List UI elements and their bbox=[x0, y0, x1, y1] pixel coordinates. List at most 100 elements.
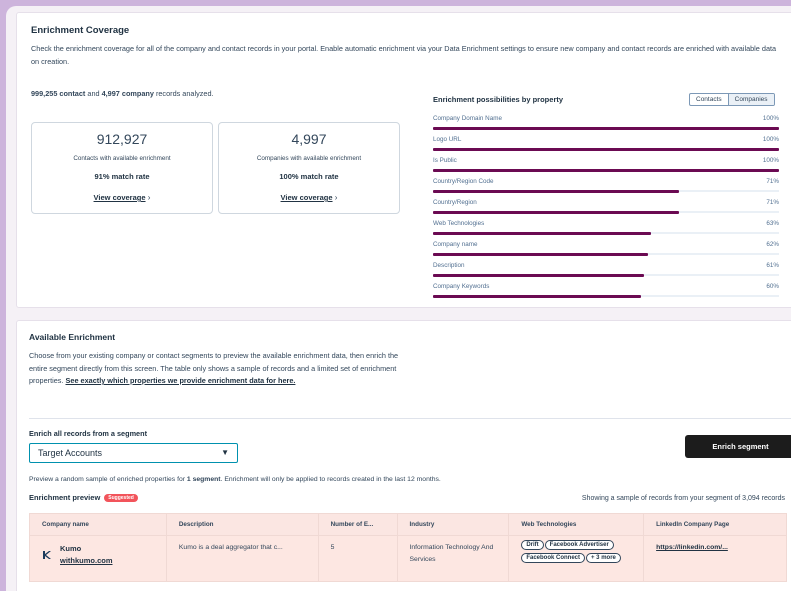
contacts-match-rate: 91% match rate bbox=[94, 172, 150, 181]
property-bar-track bbox=[433, 148, 779, 151]
companies-label: Companies with available enrichment bbox=[256, 155, 362, 162]
suggested-badge: Suggested bbox=[104, 494, 138, 502]
property-bar-fill bbox=[433, 190, 679, 193]
linkedin-cell: https://linkedin.com/... bbox=[643, 535, 787, 582]
property-row: Company Domain Name 100% bbox=[433, 113, 779, 134]
property-bar-track bbox=[433, 211, 779, 214]
property-bar-track bbox=[433, 232, 779, 235]
records-text: records analyzed. bbox=[153, 89, 214, 98]
column-header[interactable]: Number of E... bbox=[317, 513, 398, 536]
chevron-right-icon: › bbox=[147, 193, 151, 202]
property-name: Country/Region bbox=[433, 199, 477, 206]
property-percent: 63% bbox=[766, 220, 779, 227]
company-logo-icon bbox=[43, 551, 51, 559]
enrichment-coverage-card: Enrichment Coverage Check the enrichment… bbox=[16, 12, 791, 308]
preview-table: Company name Description Number of E... … bbox=[29, 513, 787, 582]
tech-chip: Facebook Advertiser bbox=[544, 540, 614, 550]
preview-title-row: Enrichment preview Suggested bbox=[29, 493, 138, 502]
coverage-title: Enrichment Coverage bbox=[31, 25, 130, 36]
property-percent: 100% bbox=[762, 157, 779, 164]
more-tech-chip[interactable]: + 3 more bbox=[586, 553, 621, 563]
preview-note-bold: 1 segment bbox=[186, 476, 221, 483]
properties-link[interactable]: See exactly which properties we provide … bbox=[66, 376, 296, 385]
segment-dropdown[interactable]: Target Accounts ▼ bbox=[29, 443, 238, 463]
company-domain-link[interactable]: withkumo.com bbox=[60, 556, 113, 565]
property-percent: 60% bbox=[766, 283, 779, 290]
property-row: Logo URL 100% bbox=[433, 134, 779, 155]
property-name: Is Public bbox=[433, 157, 457, 164]
companies-count: 4,997 company bbox=[101, 89, 154, 98]
column-header[interactable]: Description bbox=[165, 513, 319, 536]
property-percent: 71% bbox=[766, 199, 779, 206]
property-name: Web Technologies bbox=[433, 220, 485, 227]
and-text: and bbox=[85, 89, 102, 98]
industry-cell: Information Technology And Services bbox=[396, 535, 510, 582]
app-frame: Enrichment Coverage Check the enrichment… bbox=[6, 6, 791, 591]
property-row: Country/Region Code 71% bbox=[433, 176, 779, 197]
contacts-stat-box: 912,927 Contacts with available enrichme… bbox=[31, 122, 213, 214]
column-header[interactable]: LinkedIn Company Page bbox=[643, 513, 787, 536]
employees-cell: 5 bbox=[317, 535, 398, 582]
property-name: Company name bbox=[433, 241, 478, 248]
property-bar-fill bbox=[433, 148, 779, 151]
table-row: Kumo withkumo.com Kumo is a deal aggrega… bbox=[29, 535, 787, 582]
tech-chip: Facebook Connect bbox=[521, 553, 586, 563]
property-bar-fill bbox=[433, 169, 779, 172]
property-row: Web Technologies 63% bbox=[433, 218, 779, 239]
divider bbox=[29, 418, 791, 419]
property-percent: 100% bbox=[762, 115, 779, 122]
contacts-count: 999,255 contact bbox=[31, 89, 86, 98]
property-percent: 100% bbox=[762, 136, 779, 143]
property-name: Logo URL bbox=[433, 136, 462, 143]
records-analyzed: 999,255 contact and 4,997 company record… bbox=[31, 89, 214, 98]
available-enrichment-card: Available Enrichment Choose from your ex… bbox=[16, 320, 791, 591]
segment-value: Target Accounts bbox=[38, 448, 103, 458]
property-percent: 62% bbox=[766, 241, 779, 248]
property-bar-fill bbox=[433, 232, 651, 235]
tech-cell: Drift Facebook Advertiser Facebook Connec… bbox=[508, 535, 645, 582]
column-header[interactable]: Industry bbox=[396, 513, 510, 536]
column-header[interactable]: Web Technologies bbox=[508, 513, 645, 536]
property-bar-track bbox=[433, 295, 779, 298]
property-percent: 61% bbox=[766, 262, 779, 269]
segment-label: Enrich all records from a segment bbox=[29, 429, 148, 438]
available-description: Choose from your existing company or con… bbox=[29, 350, 409, 388]
companies-view-coverage-link[interactable]: View coverage bbox=[281, 193, 333, 202]
preview-title: Enrichment preview bbox=[29, 493, 101, 502]
property-bar-track bbox=[433, 253, 779, 256]
company-cell: Kumo withkumo.com bbox=[29, 535, 167, 582]
property-bar-track bbox=[433, 190, 779, 193]
property-name: Description bbox=[433, 262, 465, 269]
toggle-contacts[interactable]: Contacts bbox=[690, 94, 728, 105]
object-toggle: Contacts Companies bbox=[689, 93, 775, 106]
property-bar-fill bbox=[433, 295, 641, 298]
property-bar-fill bbox=[433, 211, 679, 214]
toggle-companies[interactable]: Companies bbox=[727, 94, 774, 105]
coverage-description: Check the enrichment coverage for all of… bbox=[31, 44, 777, 66]
property-bar-fill bbox=[433, 253, 648, 256]
property-bar-fill bbox=[433, 274, 645, 277]
company-name: Kumo bbox=[60, 544, 82, 553]
property-row: Description 61% bbox=[433, 260, 779, 281]
property-row: Company name 62% bbox=[433, 239, 779, 260]
description-cell: Kumo is a deal aggregator that c... bbox=[165, 535, 319, 582]
enrich-segment-button[interactable]: Enrich segment bbox=[685, 435, 791, 458]
possibilities-title: Enrichment possibilities by property bbox=[433, 95, 564, 104]
column-header[interactable]: Company name bbox=[29, 513, 167, 536]
contacts-view-coverage-link[interactable]: View coverage bbox=[94, 193, 146, 202]
contacts-number: 912,927 bbox=[96, 131, 148, 147]
companies-stat-box: 4,997 Companies with available enrichmen… bbox=[218, 122, 400, 214]
property-name: Country/Region Code bbox=[433, 178, 494, 185]
caret-down-icon: ▼ bbox=[221, 448, 229, 457]
property-bar-track bbox=[433, 127, 779, 130]
available-title: Available Enrichment bbox=[29, 332, 116, 342]
companies-match-rate: 100% match rate bbox=[279, 172, 339, 181]
property-name: Company Keywords bbox=[433, 283, 490, 290]
property-percent: 71% bbox=[766, 178, 779, 185]
property-name: Company Domain Name bbox=[433, 115, 502, 122]
linkedin-link[interactable]: https://linkedin.com/... bbox=[656, 544, 728, 551]
property-list: Company Domain Name 100% Logo URL 100% Is Pu… bbox=[433, 113, 779, 303]
property-row: Company Keywords 60% bbox=[433, 281, 779, 302]
contacts-label: Contacts with available enrichment bbox=[73, 155, 171, 162]
property-bar-fill bbox=[433, 127, 779, 130]
